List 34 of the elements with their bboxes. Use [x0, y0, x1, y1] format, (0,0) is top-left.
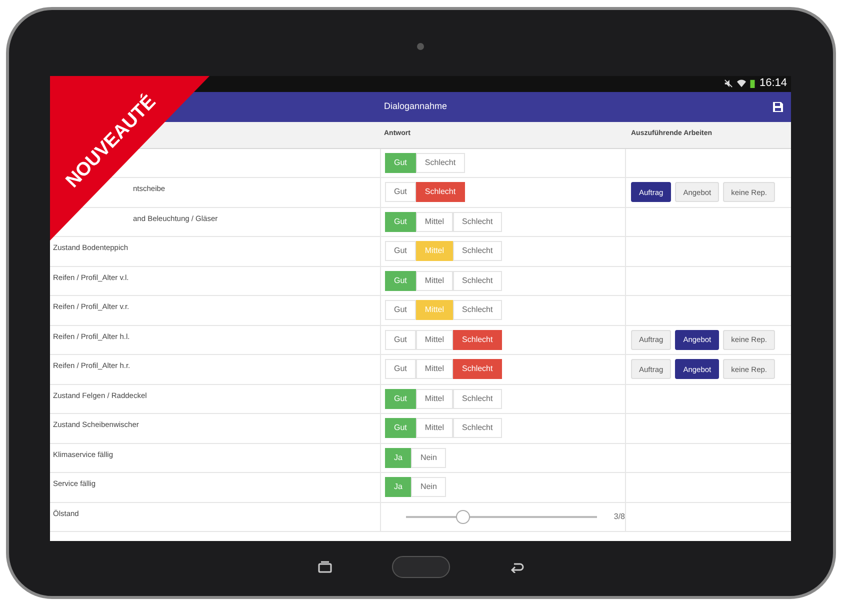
answer-option[interactable]: Gut [385, 359, 416, 380]
answer-option[interactable]: Gut [385, 300, 416, 320]
answer-option[interactable]: Schlecht [453, 330, 502, 350]
answer-option[interactable]: Mittel [416, 388, 454, 409]
answer-option[interactable]: Schlecht [416, 182, 465, 202]
slider-reading: 3/8 [614, 510, 625, 523]
mute-icon [724, 79, 734, 88]
camera-icon [417, 42, 424, 50]
answer-option[interactable]: Gut [385, 182, 416, 202]
answer-option[interactable]: Schlecht [453, 212, 502, 232]
answer-option[interactable]: Gut [385, 330, 416, 350]
answer-option[interactable]: Mittel [416, 359, 454, 380]
slider-thumb[interactable] [456, 510, 470, 524]
answer-option[interactable]: Nein [411, 477, 446, 498]
battery-icon [750, 79, 756, 88]
answer-option[interactable]: Mittel [416, 212, 454, 232]
answer-option[interactable]: Schlecht [416, 152, 465, 173]
answer-option[interactable]: Gut [385, 241, 416, 262]
answer-option[interactable]: Schlecht [453, 270, 502, 291]
answer-option[interactable]: Schlecht [453, 418, 502, 438]
back-icon[interactable] [510, 560, 524, 572]
save-icon[interactable] [773, 102, 783, 112]
answer-option[interactable]: Schlecht [453, 359, 502, 380]
app-title: Dialogannahme [384, 100, 448, 113]
answer-option[interactable]: Mittel [416, 330, 454, 350]
answer-option[interactable]: Mittel [416, 418, 454, 438]
answer-option[interactable]: Schlecht [453, 388, 502, 409]
clock: 16:14 [759, 76, 787, 92]
answer-option[interactable]: Schlecht [453, 300, 502, 320]
recent-apps-icon[interactable] [318, 560, 332, 572]
answer-option[interactable]: Schlecht [453, 241, 502, 262]
answer-option[interactable]: Nein [411, 448, 446, 468]
answer-option[interactable]: Mittel [416, 270, 454, 291]
wifi-icon [737, 79, 746, 88]
